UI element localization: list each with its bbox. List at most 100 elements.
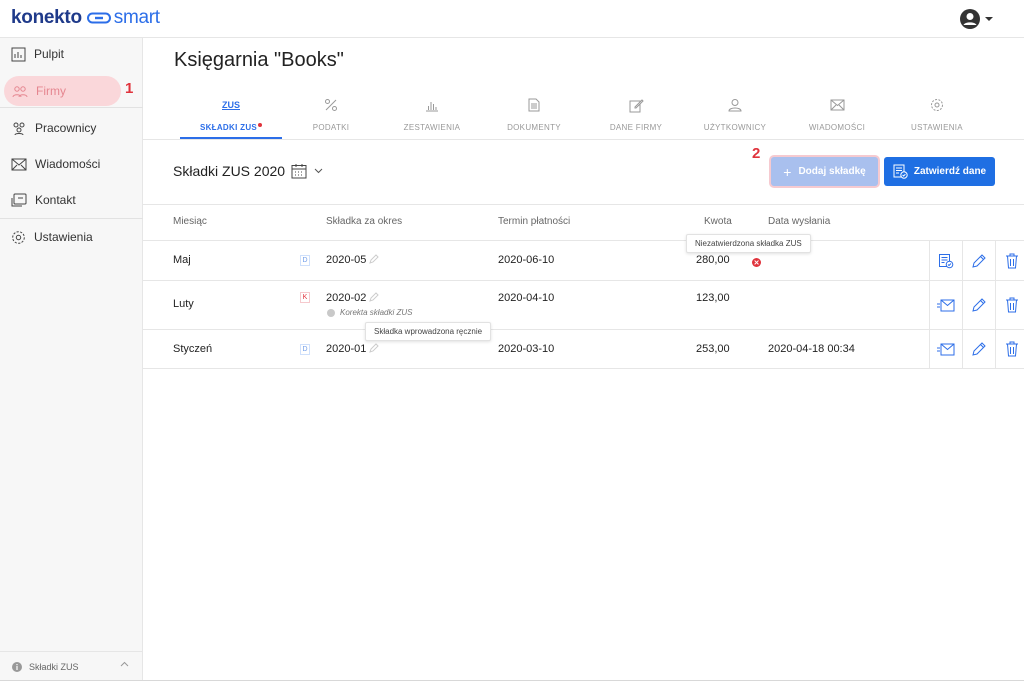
tab-label: DOKUMENTY [507,123,561,132]
table-divider [143,368,1024,369]
cell-amount: 280,00 [696,254,730,266]
tab-dokumenty[interactable]: DOKUMENTY [493,90,575,140]
tab-dane-firmy[interactable]: DANE FIRMY [595,90,677,140]
plus-icon: + [783,163,792,180]
confirm-data-label: Zatwierdź dane [913,166,987,177]
chevron-down-icon [985,17,993,21]
sidebar-divider [0,107,143,108]
active-tab-indicator [180,137,282,139]
error-status-icon[interactable]: ✕ [752,258,761,267]
table-divider [143,204,1024,205]
tab-skladki-zus[interactable]: ZUS SKŁADKI ZUS [180,90,282,140]
cell-due-date: 2020-04-10 [498,292,555,304]
chevron-down-icon [314,168,323,174]
sidebar-item-ustawienia[interactable]: Ustawienia [0,222,143,252]
sidebar-item-label: Pracownicy [35,121,97,135]
cell-due-date: 2020-03-10 [498,343,555,355]
notification-dot [258,123,263,127]
tab-wiadomosci[interactable]: WIADOMOŚCI [796,90,878,140]
cell-month: Styczeń [173,343,213,355]
tooltip-unconfirmed: Niezatwierdzona składka ZUS [686,234,811,253]
tab-label: SKŁADKI ZUS [199,123,258,132]
tab-zestawienia[interactable]: ZESTAWIENIA [391,90,473,140]
cell-amount: 123,00 [696,292,730,304]
sidebar: Pulpit Firmy 1 Pracownicy Wiadomości Kon… [0,38,143,681]
cell-month: Luty [173,298,194,310]
confirm-row-button[interactable] [929,241,962,281]
year-picker[interactable] [291,163,323,179]
confirm-data-button[interactable]: Zatwierdź dane [884,157,995,186]
gear-icon [12,230,25,244]
sidebar-item-firmy[interactable]: Firmy [4,76,121,106]
step-marker-2: 2 [752,145,761,162]
trash-icon [1006,297,1018,313]
employees-icon [13,122,25,135]
pencil-icon [972,298,986,312]
delete-row-button[interactable] [995,281,1024,329]
delete-row-button[interactable] [995,330,1024,368]
chevron-up-icon [120,661,129,667]
cell-month: Maj [173,254,191,266]
top-bar: konekto smart [0,0,1024,38]
tab-label: USTAWIENIA [911,123,963,132]
sidebar-item-label: Pulpit [34,47,65,61]
correction-note: Korekta składki ZUS [327,308,412,317]
tab-uzytkownicy[interactable]: UŻYTKOWNICY [694,90,776,140]
send-envelope-icon [937,343,955,355]
dashboard-icon [11,47,26,61]
declaration-badge: D [300,344,310,355]
add-contribution-button[interactable]: + Dodaj składkę [771,157,878,186]
contact-icon [11,193,27,206]
pencil-icon [369,254,379,264]
user-menu[interactable] [959,8,994,30]
sidebar-item-label: Firmy [36,84,66,98]
cell-period: 2020-02 [326,292,367,304]
column-header-month[interactable]: Miesiąc [173,216,207,227]
user-avatar-icon [960,9,980,29]
cell-amount: 253,00 [696,343,730,355]
column-header-sent-date[interactable]: Data wysłania [768,216,830,227]
tab-podatki[interactable]: PODATKI [291,90,371,140]
companies-icon [12,85,28,97]
delete-row-button[interactable] [995,241,1024,281]
add-contribution-label: Dodaj składkę [798,166,866,177]
cell-due-date: 2020-06-10 [498,254,555,266]
tab-bar: ZUS SKŁADKI ZUS PODATKI ZESTAWIENIA DOKU… [143,90,1024,140]
tab-label: WIADOMOŚCI [808,123,866,132]
bar-chart-icon [426,102,438,112]
envelope-icon [11,158,27,170]
pencil-icon [369,292,379,302]
tab-label: PODATKI [312,123,350,132]
send-envelope-icon [937,299,955,311]
sidebar-footer-label: Składki ZUS [29,661,79,672]
tab-label: ZESTAWIENIA [403,123,461,132]
sidebar-item-wiadomosci[interactable]: Wiadomości [0,149,143,179]
sidebar-item-pracownicy[interactable]: Pracownicy [0,113,143,143]
sidebar-item-kontakt[interactable]: Kontakt [0,185,143,215]
cell-period: 2020-01 [326,343,367,355]
app-logo[interactable]: konekto smart [11,7,160,29]
send-row-button[interactable] [929,281,962,329]
sidebar-item-pulpit[interactable]: Pulpit [0,39,143,69]
send-row-button[interactable] [929,330,962,368]
section-title: Składki ZUS 2020 [173,163,286,179]
confirm-document-icon [893,164,908,179]
tab-label: DANE FIRMY [609,123,663,132]
sidebar-footer[interactable]: Składki ZUS [0,651,143,681]
trash-icon [1006,253,1018,269]
pencil-icon [369,343,379,353]
edit-row-button[interactable] [962,330,995,368]
column-header-period[interactable]: Składka za okres [326,216,402,227]
calendar-icon [291,164,307,179]
link-icon [86,12,111,24]
column-header-amount[interactable]: Kwota [704,216,732,227]
tab-ustawienia[interactable]: USTAWIENIA [896,90,978,140]
zus-icon: ZUS [222,100,240,110]
column-header-due-date[interactable]: Termin płatności [498,216,570,227]
tooltip-manual-entry: Składka wprowadzona ręcznie [365,322,492,341]
step-marker-1: 1 [125,80,134,97]
edit-row-button[interactable] [962,241,995,281]
edit-row-button[interactable] [962,281,995,329]
document-icon [528,98,540,112]
trash-icon [1006,341,1018,357]
